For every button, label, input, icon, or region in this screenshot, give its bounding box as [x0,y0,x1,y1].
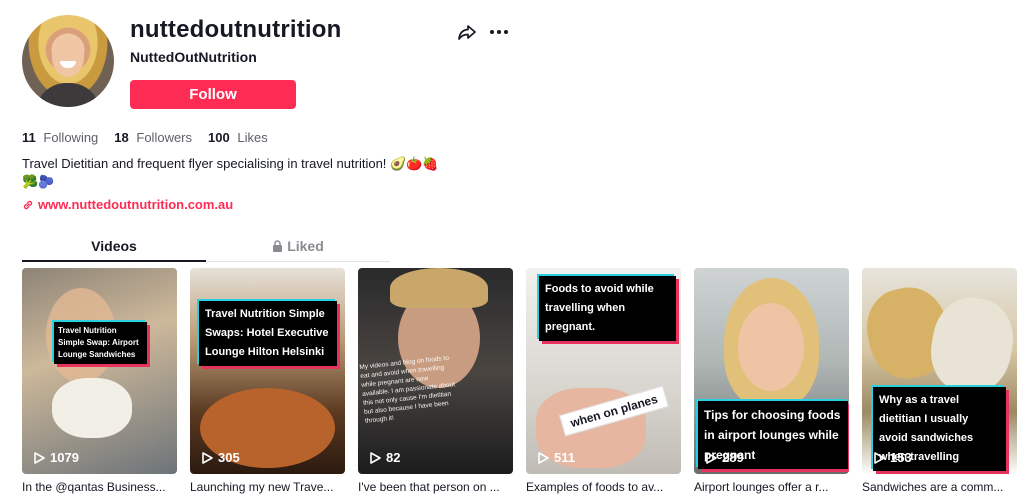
video-thumbnail[interactable]: Tips for choosing foods in airport loung… [694,268,849,474]
video-caption[interactable]: Launching my new Trave... [190,480,345,494]
video-view-count: 82 [370,450,400,465]
play-icon [538,451,549,464]
video-caption[interactable]: I've been that person on ... [358,480,513,494]
video-view-count: 1079 [34,450,79,465]
play-icon [370,451,381,464]
stat-followers-count: 18 [114,130,129,145]
play-icon [706,451,717,464]
profile-link-text[interactable]: www.nuttedoutnutrition.com.au [38,197,233,212]
stat-followers[interactable]: 18 Followers [114,130,192,145]
stat-likes-count: 100 [208,130,230,145]
play-icon [34,451,45,464]
follow-button[interactable]: Follow [130,80,296,109]
video-thumbnail[interactable]: Foods to avoid while travelling when pre… [526,268,681,474]
video-card[interactable]: Travel Nutrition Simple Swaps: Hotel Exe… [190,268,345,494]
video-views-number: 511 [554,450,575,465]
lock-icon [273,240,283,252]
tab-liked[interactable]: Liked [206,238,390,254]
avatar-face [52,37,84,77]
video-views-number: 289 [722,450,744,465]
video-thumbnail[interactable]: Travel Nutrition Simple Swap: Airport Lo… [22,268,177,474]
video-overlay-text: Travel Nutrition Simple Swap: Airport Lo… [54,322,147,364]
share-icon[interactable] [457,22,477,42]
video-views-number: 153 [890,450,912,465]
more-options-icon[interactable] [488,22,510,42]
video-thumbnail[interactable]: Why as a travel dietitian I usually avoi… [862,268,1017,474]
play-icon [874,451,885,464]
video-views-number: 1079 [50,450,79,465]
video-grid: Travel Nutrition Simple Swap: Airport Lo… [22,268,1017,494]
profile-bio: Travel Dietitian and frequent flyer spec… [22,155,452,191]
stat-following-count: 11 [22,130,36,145]
video-card[interactable]: Tips for choosing foods in airport loung… [694,268,849,494]
tab-liked-label: Liked [287,238,324,254]
video-views-number: 305 [218,450,240,465]
video-caption[interactable]: Airport lounges offer a r... [694,480,849,494]
tab-videos[interactable]: Videos [22,238,206,254]
video-caption[interactable]: Examples of foods to av... [526,480,681,494]
video-view-count: 153 [874,450,912,465]
bio-line-1: Travel Dietitian and frequent flyer spec… [22,156,439,171]
video-thumbnail[interactable]: My videos and blog on foods to eat and a… [358,268,513,474]
video-view-count: 511 [538,450,575,465]
profile-link[interactable]: www.nuttedoutnutrition.com.au [22,197,233,212]
link-icon [23,200,33,209]
video-card[interactable]: Foods to avoid while travelling when pre… [526,268,681,494]
video-caption[interactable]: Sandwiches are a comm... [862,480,1017,494]
profile-avatar [22,15,114,107]
bio-line-2: 🥦🫐 [22,174,55,189]
stat-likes-label: Likes [237,130,268,145]
profile-stats: 11 Following 18 Followers 100 Likes [22,130,268,145]
video-caption[interactable]: In the @qantas Business... [22,480,177,494]
video-card[interactable]: Why as a travel dietitian I usually avoi… [862,268,1017,494]
tab-active-underline [22,260,206,262]
stat-followers-label: Followers [136,130,193,145]
profile-tabs: Videos Liked [22,232,390,262]
video-view-count: 305 [202,450,240,465]
video-overlay-text: Travel Nutrition Simple Swaps: Hotel Exe… [199,301,337,366]
video-overlay-text: My videos and blog on foods to eat and a… [359,354,456,425]
profile-username: nuttedoutnutrition [130,16,342,43]
stat-following-label: Following [43,130,99,145]
profile-nickname: NuttedOutNutrition [130,49,257,65]
video-view-count: 289 [706,450,744,465]
video-card[interactable]: My videos and blog on foods to eat and a… [358,268,513,494]
stat-likes: 100 Likes [208,130,268,145]
video-card[interactable]: Travel Nutrition Simple Swap: Airport Lo… [22,268,177,494]
video-thumbnail[interactable]: Travel Nutrition Simple Swaps: Hotel Exe… [190,268,345,474]
play-icon [202,451,213,464]
avatar-shirt [36,83,100,107]
video-views-number: 82 [386,450,401,465]
video-overlay-text: Foods to avoid while travelling when pre… [539,276,676,341]
stat-following[interactable]: 11 Following [22,130,98,145]
